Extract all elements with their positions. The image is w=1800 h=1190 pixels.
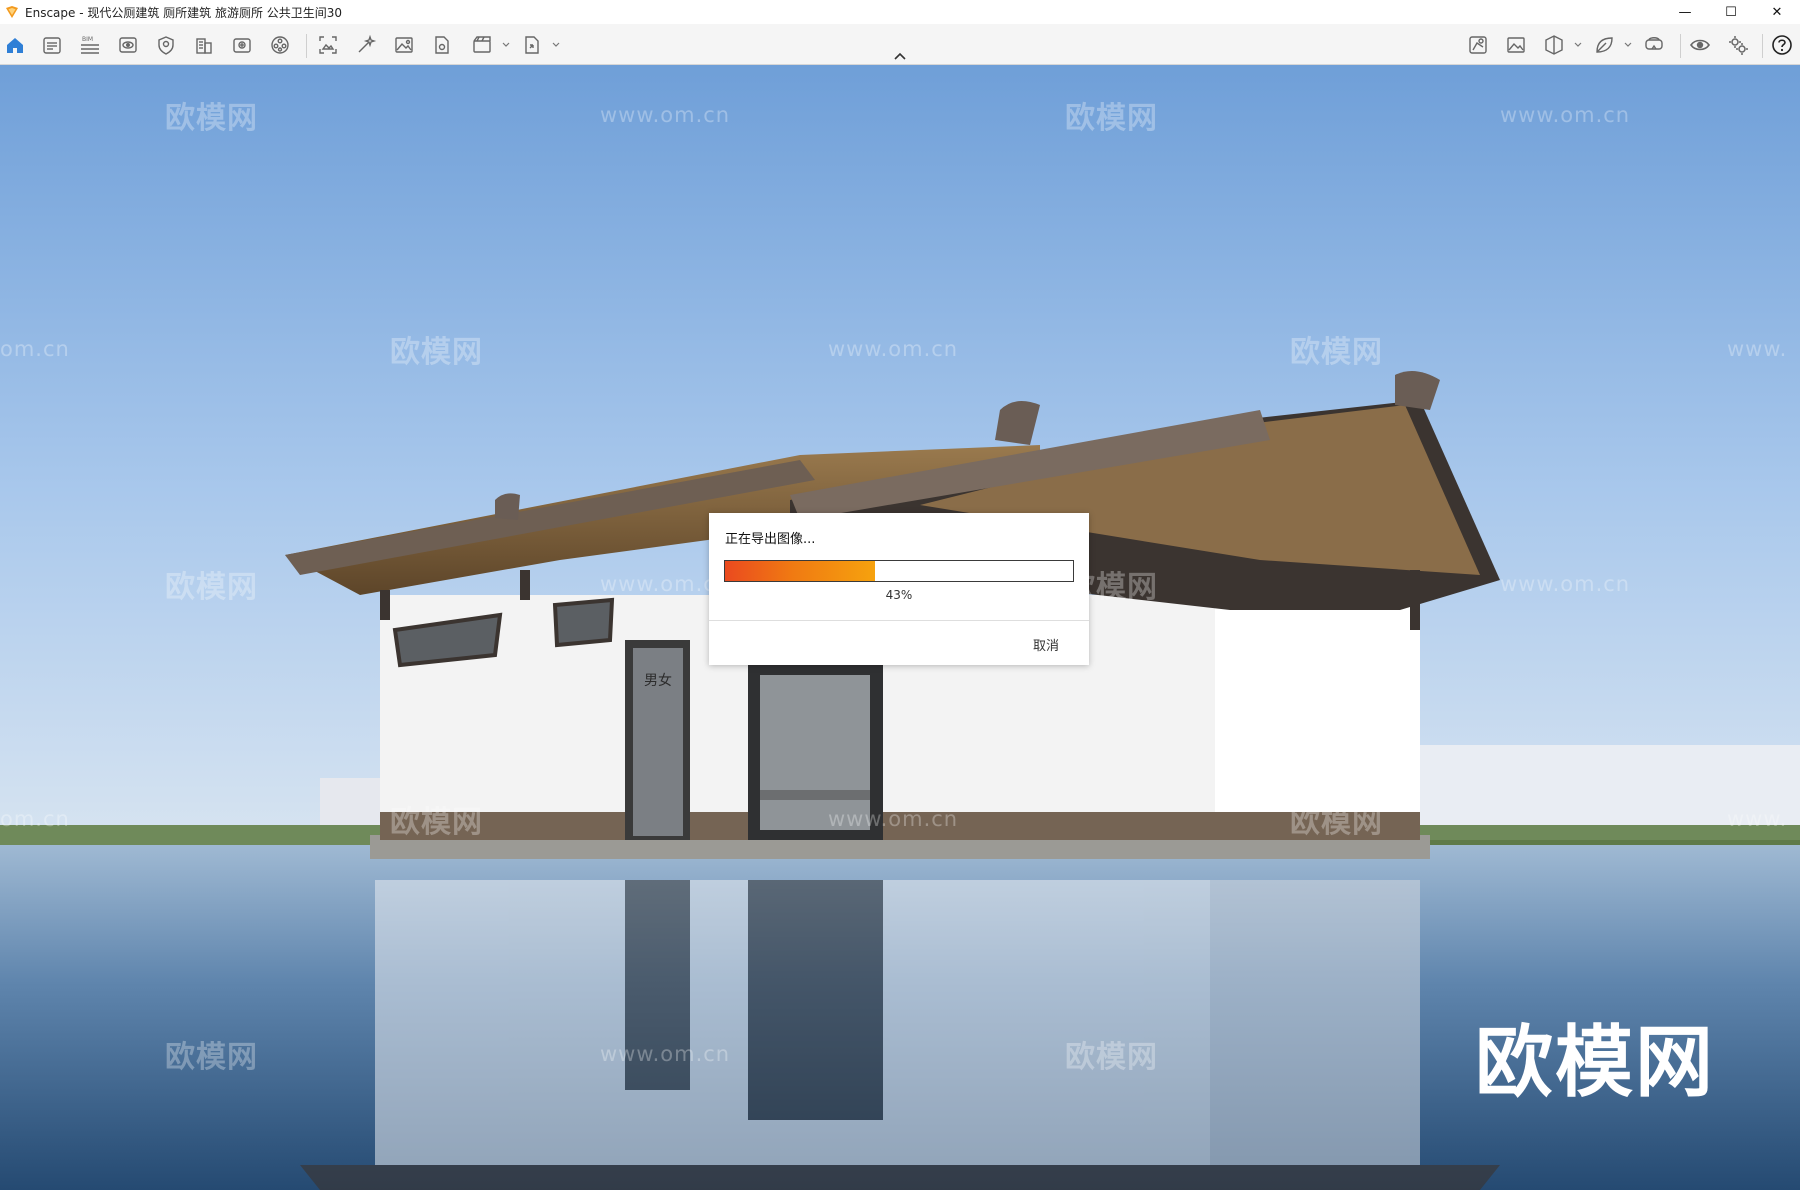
watermark-url: www.om.cn <box>600 103 731 127</box>
watermark-text: 欧模网 <box>1290 335 1383 370</box>
export-button[interactable] <box>520 33 544 57</box>
asset-library-button[interactable] <box>230 33 254 57</box>
cube-view-button[interactable] <box>1542 33 1566 57</box>
shield-button[interactable] <box>154 33 178 57</box>
watermark-url: www.om.cn <box>828 337 959 361</box>
leaf-button[interactable] <box>1592 33 1616 57</box>
material-editor-icon <box>271 36 289 54</box>
progress-percentage: 43% <box>885 588 913 602</box>
toolbar-separator <box>1762 34 1763 58</box>
watermark-text: 欧模网 <box>1065 1040 1158 1075</box>
gallery-button[interactable] <box>1504 33 1528 57</box>
enscape-logo-icon <box>6 6 18 18</box>
watermark-text: 欧模网 <box>1065 101 1158 136</box>
document-icon <box>43 37 61 54</box>
chevron-down-icon[interactable] <box>552 41 560 49</box>
dialog-title: 正在导出图像... <box>725 532 816 547</box>
magic-wand-icon <box>358 34 377 53</box>
watermark-text: 欧模网 <box>390 805 483 840</box>
watermark-url: www. <box>1727 337 1788 361</box>
watermark-url: www.om.cn <box>1500 572 1631 596</box>
video-editor-button[interactable] <box>470 33 494 57</box>
close-button[interactable]: ✕ <box>1754 0 1800 24</box>
settings-button[interactable] <box>1726 33 1750 57</box>
maximize-button[interactable]: ☐ <box>1708 0 1754 24</box>
help-icon <box>1772 35 1792 55</box>
chevron-down-icon[interactable] <box>1574 41 1582 49</box>
settings-document-icon <box>435 36 449 54</box>
video-editor-icon <box>473 36 491 53</box>
material-editor-button[interactable] <box>268 33 292 57</box>
watermark-text: 欧模网 <box>1290 805 1383 840</box>
help-button[interactable] <box>1770 33 1794 57</box>
home-button[interactable] <box>3 33 27 57</box>
settings-gear-icon <box>1729 36 1748 55</box>
shield-icon <box>158 36 174 55</box>
map-icon <box>1469 36 1487 54</box>
watermark-text: 欧模网 <box>165 1040 258 1075</box>
magic-wand-button[interactable] <box>354 33 378 57</box>
bim-button[interactable]: BIM <box>78 33 102 57</box>
visibility-eye-icon <box>1690 39 1710 51</box>
cube-view-icon <box>1545 35 1563 55</box>
vr-headset-icon <box>1645 37 1663 50</box>
watermark-url: om.cn <box>0 337 70 361</box>
view-button[interactable] <box>116 33 140 57</box>
screenshot-icon <box>319 36 337 54</box>
map-button[interactable] <box>1466 33 1490 57</box>
minimize-button[interactable]: — <box>1662 0 1708 24</box>
watermark-url: www.om.cn <box>1500 103 1631 127</box>
watermark-url: www.om.cn <box>600 1042 731 1066</box>
building-icon <box>196 38 212 54</box>
toolbar-separator <box>306 34 307 58</box>
screenshot-button[interactable] <box>316 33 340 57</box>
brand-logo-watermark: 欧模网 <box>1475 1018 1716 1108</box>
view-icon <box>119 37 137 53</box>
gallery-icon <box>1507 37 1525 53</box>
collapse-toolbar-icon[interactable] <box>893 52 907 61</box>
watermark-text: 欧模网 <box>165 101 258 136</box>
image-icon <box>395 37 413 53</box>
window-title: Enscape - 现代公厕建筑 厕所建筑 旅游厕所 公共卫生间30 <box>25 5 343 20</box>
progress-bar-fill <box>725 561 875 581</box>
cancel-button[interactable]: 取消 <box>1033 635 1059 654</box>
leaf-icon <box>1596 37 1613 53</box>
window-controls: — ☐ ✕ <box>1662 0 1800 24</box>
home-icon <box>7 38 23 53</box>
toolbar-separator <box>1680 34 1681 58</box>
door-sign-text: 男女 <box>644 672 672 689</box>
watermark-url: www. <box>1727 807 1788 831</box>
dialog-divider <box>709 620 1089 621</box>
export-progress-dialog: 正在导出图像... 43% 取消 <box>709 513 1089 665</box>
chevron-down-icon[interactable] <box>1624 41 1632 49</box>
title-bar: Enscape - 现代公厕建筑 厕所建筑 旅游厕所 公共卫生间30 — ☐ ✕ <box>0 0 1800 24</box>
vr-headset-button[interactable] <box>1642 33 1666 57</box>
watermark-url: www.om.cn <box>828 807 959 831</box>
settings-document-button[interactable] <box>430 33 454 57</box>
watermark-text: 欧模网 <box>165 570 258 605</box>
document-button[interactable] <box>40 33 64 57</box>
export-icon <box>525 36 539 54</box>
svg-text:BIM: BIM <box>82 36 93 43</box>
watermark-url: om.cn <box>0 807 70 831</box>
watermark-text: 欧模网 <box>390 335 483 370</box>
visibility-button[interactable] <box>1688 33 1712 57</box>
asset-library-icon <box>233 38 251 53</box>
building-button[interactable] <box>192 33 216 57</box>
bim-icon: BIM <box>81 36 99 54</box>
progress-bar <box>724 560 1074 582</box>
chevron-down-icon[interactable] <box>502 41 510 49</box>
image-button[interactable] <box>392 33 416 57</box>
